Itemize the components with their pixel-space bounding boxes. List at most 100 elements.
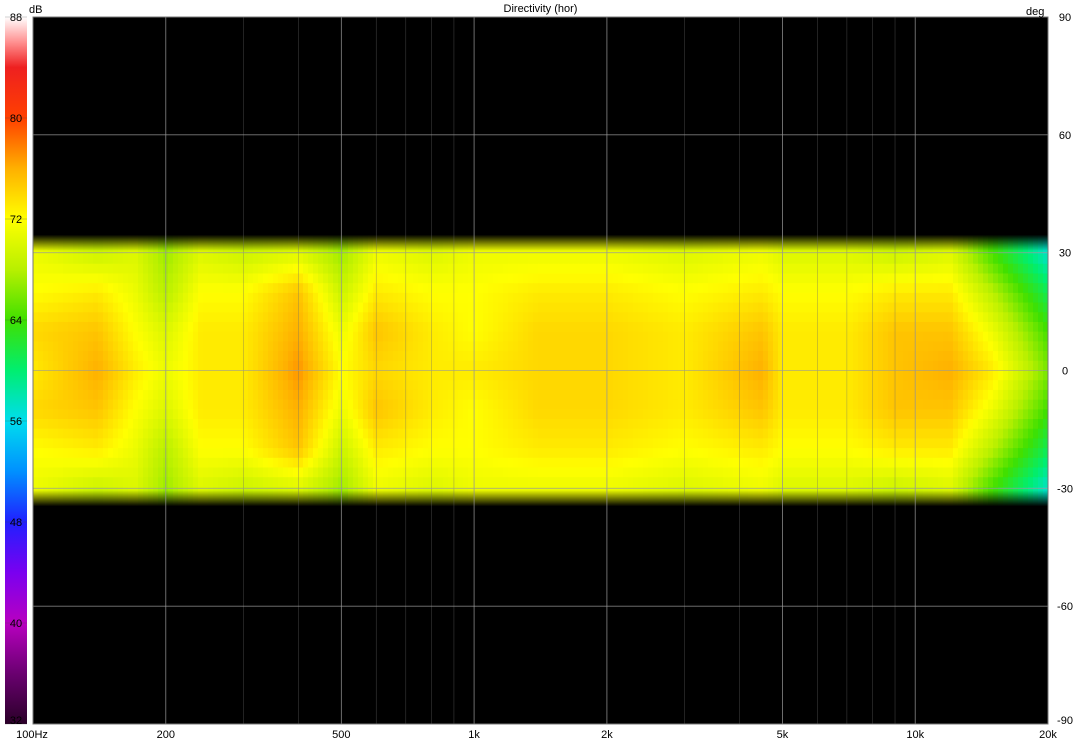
heatmap-cell: [288, 409, 294, 420]
heatmap-cell: [123, 331, 129, 342]
heatmap-cell: [488, 351, 494, 362]
heatmap-cell: [603, 428, 609, 440]
heatmap-cell: [328, 331, 334, 342]
heatmap-cell: [178, 409, 184, 420]
heatmap-cell: [1013, 302, 1019, 313]
heatmap-cell: [218, 360, 224, 372]
heatmap-cell: [63, 234, 69, 245]
heatmap-cell: [393, 389, 399, 401]
heatmap-cell: [443, 370, 449, 381]
heatmap-cell: [323, 273, 329, 284]
heatmap-cell: [693, 302, 699, 313]
heatmap-cell: [38, 438, 44, 449]
heatmap-cell: [618, 331, 624, 342]
heatmap-cell: [688, 263, 694, 275]
heatmap-cell: [208, 302, 214, 313]
heatmap-cell: [408, 263, 414, 275]
heatmap-cell: [193, 438, 199, 449]
heatmap-cell: [583, 254, 589, 265]
heatmap-cell: [393, 263, 399, 275]
heatmap-cell: [118, 409, 124, 420]
heatmap-cell: [958, 341, 964, 352]
heatmap-cell: [918, 428, 924, 440]
heatmap-cell: [488, 399, 494, 410]
heatmap-cell: [123, 370, 129, 381]
heatmap-cell: [413, 380, 419, 391]
heatmap-cell: [383, 263, 389, 275]
heatmap-cell: [243, 360, 249, 372]
heatmap-cell: [673, 360, 679, 372]
heatmap-cell: [643, 389, 649, 401]
heatmap-cell: [823, 448, 829, 459]
heatmap-cell: [343, 467, 349, 478]
heatmap-cell: [263, 428, 269, 440]
heatmap-cell: [738, 244, 744, 255]
heatmap-cell: [623, 428, 629, 440]
heatmap-cell: [83, 302, 89, 313]
heatmap-cell: [138, 312, 144, 323]
heatmap-cell: [643, 409, 649, 420]
heatmap-cell: [113, 419, 119, 430]
heatmap-cell: [698, 254, 704, 265]
heatmap-cell: [328, 302, 334, 313]
heatmap-cell: [133, 292, 139, 304]
heatmap-cell: [88, 351, 94, 362]
heatmap-cell: [958, 380, 964, 391]
heatmap-cell: [1033, 409, 1039, 420]
heatmap-cell: [508, 283, 514, 294]
heatmap-cell: [168, 292, 174, 304]
heatmap-cell: [953, 273, 959, 284]
heatmap-cell: [938, 399, 944, 410]
heatmap-cell: [668, 428, 674, 440]
heatmap-cell: [1008, 283, 1014, 294]
heatmap-cell: [703, 254, 709, 265]
heatmap-cell: [208, 341, 214, 352]
heatmap-cell: [648, 399, 654, 410]
heatmap-cell: [743, 409, 749, 420]
heatmap-cell: [133, 351, 139, 362]
heatmap-cell: [198, 321, 204, 333]
heatmap-cell: [558, 370, 564, 381]
heatmap-cell: [318, 234, 324, 245]
heatmap-cell: [883, 448, 889, 459]
heatmap-cell: [38, 351, 44, 362]
heatmap-cell: [748, 351, 754, 362]
heatmap-cell: [898, 292, 904, 304]
heatmap-cell: [88, 448, 94, 459]
heatmap-cell: [313, 389, 319, 401]
heatmap-cell: [278, 273, 284, 284]
heatmap-cell: [233, 234, 239, 245]
heatmap-cell: [618, 234, 624, 245]
heatmap-cell: [663, 399, 669, 410]
heatmap-cell: [813, 351, 819, 362]
heatmap-cell: [493, 263, 499, 275]
heatmap-cell: [208, 419, 214, 430]
heatmap-cell: [328, 292, 334, 304]
heatmap-cell: [438, 438, 444, 449]
heatmap-cell: [503, 389, 509, 401]
heatmap-cell: [758, 370, 764, 381]
heatmap-cell: [393, 457, 399, 469]
heatmap-cell: [978, 244, 984, 255]
heatmap-cell: [578, 283, 584, 294]
heatmap-cell: [303, 302, 309, 313]
heatmap-cell: [43, 351, 49, 362]
heatmap-cell: [108, 389, 114, 401]
heatmap-cell: [243, 341, 249, 352]
heatmap-cell: [218, 341, 224, 352]
heatmap-cell: [828, 273, 834, 284]
heatmap-cell: [218, 321, 224, 333]
heatmap-cell: [53, 409, 59, 420]
heatmap-cell: [978, 331, 984, 342]
heatmap-cell: [728, 389, 734, 401]
heatmap-cell: [253, 448, 259, 459]
heatmap-cell: [943, 292, 949, 304]
heatmap-cell: [588, 244, 594, 255]
heatmap-cell: [508, 254, 514, 265]
heatmap-cell: [948, 321, 954, 333]
heatmap-cell: [618, 409, 624, 420]
heatmap-cell: [578, 370, 584, 381]
heatmap-cell: [173, 438, 179, 449]
heatmap-cell: [563, 380, 569, 391]
heatmap-cell: [888, 380, 894, 391]
